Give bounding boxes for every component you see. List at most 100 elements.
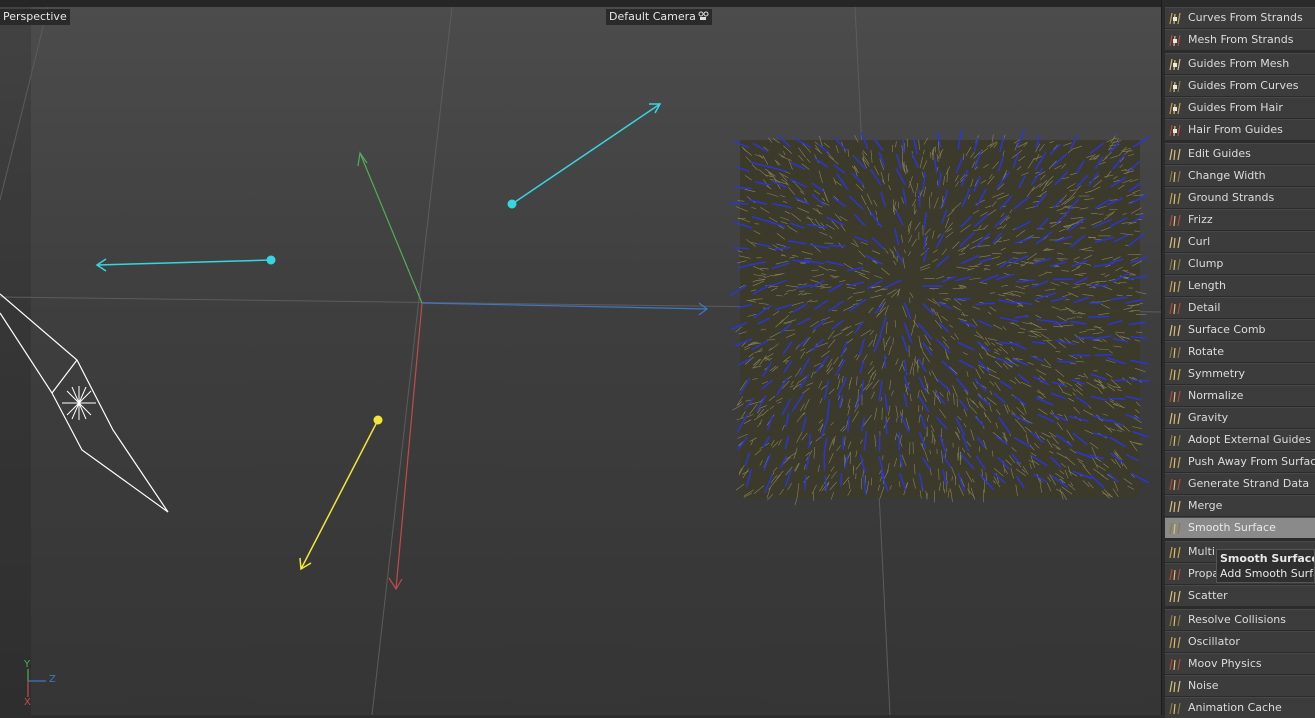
clump-icon xyxy=(1168,257,1182,271)
smooth-surface-icon xyxy=(1168,521,1182,535)
menu-item-label: Symmetry xyxy=(1188,364,1245,384)
menu-item-label: Gravity xyxy=(1188,408,1228,428)
menu-item-label: Adopt External Guides xyxy=(1188,430,1311,450)
axis-gizmo-y-label: Y xyxy=(24,659,30,670)
menu-item-length[interactable]: Length xyxy=(1165,275,1315,296)
adopt-external-guides-icon xyxy=(1168,433,1182,447)
menu-item-gravity[interactable]: Gravity xyxy=(1165,407,1315,428)
edit-guides-icon xyxy=(1168,147,1182,161)
menu-item-label: Clump xyxy=(1188,254,1223,274)
3d-viewport[interactable]: Y Z X Perspective Default Camera xyxy=(0,0,1161,715)
menu-item-label: Smooth Surface xyxy=(1188,518,1276,538)
menu-item-guides-from-curves[interactable]: Guides From Curves xyxy=(1165,75,1315,96)
menu-item-label: Detail xyxy=(1188,298,1220,318)
menu-item-label: Surface Comb xyxy=(1188,320,1266,340)
menu-item-adopt-external-guides[interactable]: Adopt External Guides xyxy=(1165,429,1315,450)
viewport-scene[interactable] xyxy=(0,0,1161,715)
menu-item-change-width[interactable]: Change Width xyxy=(1165,165,1315,186)
axis-gizmo-x-label: X xyxy=(24,697,31,708)
axis-gizmo xyxy=(28,669,46,697)
menu-item-mesh-from-strands[interactable]: Mesh From Strands xyxy=(1165,29,1315,50)
detail-icon xyxy=(1168,301,1182,315)
hair-tools-panel: Curves From StrandsMesh From Strands Guid… xyxy=(1161,0,1315,715)
hair-strands-patch[interactable] xyxy=(730,130,1149,505)
menu-item-surface-comb[interactable]: Surface Comb xyxy=(1165,319,1315,340)
menu-item-label: Hair From Guides xyxy=(1188,120,1283,140)
moov-physics-icon xyxy=(1168,657,1182,671)
normalize-icon xyxy=(1168,389,1182,403)
menu-item-label: Scatter xyxy=(1188,586,1228,606)
menu-item-scatter[interactable]: Scatter xyxy=(1165,585,1315,606)
scatter-icon xyxy=(1168,589,1182,603)
noise-icon xyxy=(1168,679,1182,693)
menu-item-label: Propa xyxy=(1188,564,1219,584)
light-yellow[interactable] xyxy=(300,416,383,570)
menu-item-label: Frizz xyxy=(1188,210,1213,230)
guides-from-hair-icon xyxy=(1168,101,1182,115)
menu-item-guides-from-hair[interactable]: Guides From Hair xyxy=(1165,97,1315,118)
guides-from-mesh-icon xyxy=(1168,57,1182,71)
menu-item-label: Resolve Collisions xyxy=(1188,610,1286,630)
menu-item-label: Guides From Mesh xyxy=(1188,54,1289,74)
light-cyan-2[interactable] xyxy=(97,256,276,272)
menu-item-label: Change Width xyxy=(1188,166,1266,186)
menu-item-edit-guides[interactable]: Edit Guides xyxy=(1165,143,1315,164)
menu-item-noise[interactable]: Noise xyxy=(1165,675,1315,696)
menu-item-guides-from-mesh[interactable]: Guides From Mesh xyxy=(1165,53,1315,74)
oscillator-icon xyxy=(1168,635,1182,649)
propagate-icon xyxy=(1168,567,1182,581)
menu-item-label: Curves From Strands xyxy=(1188,8,1303,28)
menu-item-label: Guides From Hair xyxy=(1188,98,1283,118)
menu-item-oscillator[interactable]: Oscillator xyxy=(1165,631,1315,652)
menu-item-detail[interactable]: Detail xyxy=(1165,297,1315,318)
viewport-view-menu[interactable]: Perspective xyxy=(0,9,70,25)
menu-item-label: Mesh From Strands xyxy=(1188,30,1293,50)
menu-item-rotate[interactable]: Rotate xyxy=(1165,341,1315,362)
menu-item-normalize[interactable]: Normalize xyxy=(1165,385,1315,406)
tooltip: Smooth Surface Add Smooth Surfac xyxy=(1216,549,1315,583)
menu-item-label: Push Away From Surface xyxy=(1188,452,1315,472)
ground-strands-icon xyxy=(1168,191,1182,205)
light-cyan-1[interactable] xyxy=(508,104,661,209)
frizz-icon xyxy=(1168,213,1182,227)
menu-item-label: Normalize xyxy=(1188,386,1243,406)
camera-settings-icon xyxy=(698,11,709,21)
y-axis-line xyxy=(360,153,422,303)
menu-item-hair-from-guides[interactable]: Hair From Guides xyxy=(1165,119,1315,140)
wireframe-camera-object[interactable] xyxy=(0,294,168,512)
menu-item-generate-strand-data[interactable]: Generate Strand Data xyxy=(1165,473,1315,494)
menu-item-clump[interactable]: Clump xyxy=(1165,253,1315,274)
axis-gizmo-z-label: Z xyxy=(49,674,56,685)
menu-item-ground-strands[interactable]: Ground Strands xyxy=(1165,187,1315,208)
x-axis-arrowhead xyxy=(389,578,402,589)
change-width-icon xyxy=(1168,169,1182,183)
menu-item-label: Curl xyxy=(1188,232,1210,252)
merge-icon xyxy=(1168,499,1182,513)
push-away-from-surface-icon xyxy=(1168,455,1182,469)
menu-item-curl[interactable]: Curl xyxy=(1165,231,1315,252)
menu-item-curves-from-strands[interactable]: Curves From Strands xyxy=(1165,7,1315,28)
sun-light-icon xyxy=(62,386,96,420)
menu-item-smooth-surface[interactable]: Smooth Surface xyxy=(1165,517,1315,538)
gravity-icon xyxy=(1168,411,1182,425)
menu-item-moov-physics[interactable]: Moov Physics xyxy=(1165,653,1315,674)
menu-item-frizz[interactable]: Frizz xyxy=(1165,209,1315,230)
menu-item-label: Edit Guides xyxy=(1188,144,1251,164)
resolve-collisions-icon xyxy=(1168,613,1182,627)
menu-item-symmetry[interactable]: Symmetry xyxy=(1165,363,1315,384)
multi-icon xyxy=(1168,545,1182,559)
menu-item-label: Rotate xyxy=(1188,342,1224,362)
menu-item-resolve-collisions[interactable]: Resolve Collisions xyxy=(1165,609,1315,630)
menu-item-label: Generate Strand Data xyxy=(1188,474,1309,494)
menu-item-label: Oscillator xyxy=(1188,632,1240,652)
guides-from-curves-icon xyxy=(1168,79,1182,93)
menu-item-label: Merge xyxy=(1188,496,1222,516)
mesh-from-strands-icon xyxy=(1168,33,1182,47)
menu-item-push-away-from-surface[interactable]: Push Away From Surface xyxy=(1165,451,1315,472)
camera-label: Default Camera xyxy=(609,10,696,23)
menu-item-label: Length xyxy=(1188,276,1226,296)
viewport-camera-menu[interactable]: Default Camera xyxy=(606,9,712,25)
menu-item-label: Guides From Curves xyxy=(1188,76,1298,96)
menu-item-merge[interactable]: Merge xyxy=(1165,495,1315,516)
generate-strand-data-icon xyxy=(1168,477,1182,491)
